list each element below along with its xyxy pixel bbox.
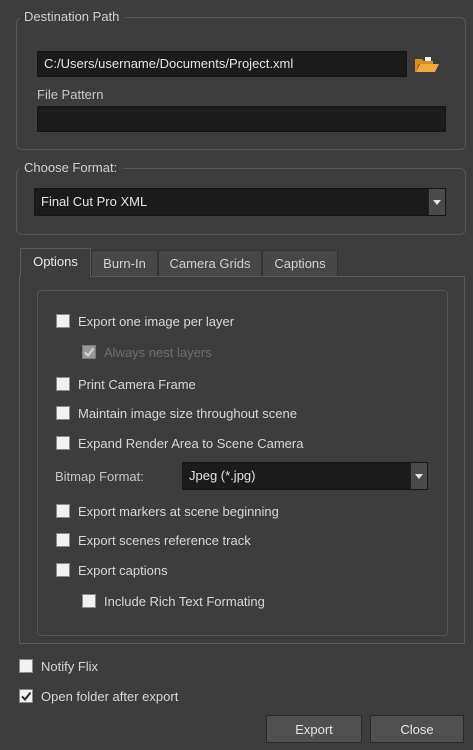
destination-path-input[interactable]: C:/Users/username/Documents/Project.xml (37, 51, 407, 77)
export-one-image-label: Export one image per layer (78, 313, 235, 329)
notify-flix-label: Notify Flix (41, 658, 99, 674)
include-rich-text-label: Include Rich Text Formating (104, 593, 265, 609)
file-pattern-input[interactable] (37, 106, 446, 132)
open-folder-label: Open folder after export (41, 688, 179, 704)
always-nest-label: Always nest layers (104, 344, 212, 360)
open-folder-checkbox[interactable] (19, 689, 33, 703)
open-folder-row[interactable]: Open folder after export (19, 687, 178, 705)
check-icon (84, 347, 95, 358)
expand-render-area-label: Expand Render Area to Scene Camera (78, 435, 304, 451)
include-rich-text-checkbox[interactable] (82, 594, 96, 608)
include-rich-text-row[interactable]: Include Rich Text Formating (82, 592, 265, 610)
tab-options[interactable]: Options (20, 248, 91, 277)
export-markers-label: Export markers at scene beginning (78, 503, 279, 519)
notify-flix-row[interactable]: Notify Flix (19, 657, 98, 675)
export-reference-track-row[interactable]: Export scenes reference track (56, 531, 251, 549)
destination-path-title: Destination Path (20, 9, 126, 25)
export-captions-row[interactable]: Export captions (56, 561, 168, 579)
chevron-down-icon (433, 199, 441, 205)
export-captions-checkbox[interactable] (56, 563, 70, 577)
export-reference-track-checkbox[interactable] (56, 533, 70, 547)
print-camera-frame-label: Print Camera Frame (78, 376, 196, 392)
export-button[interactable]: Export (266, 715, 362, 743)
bitmap-format-value: Jpeg (*.jpg) (189, 468, 256, 483)
format-dropdown-button[interactable] (428, 189, 445, 215)
tab-camera-grids[interactable]: Camera Grids (158, 250, 262, 276)
folder-open-icon[interactable] (413, 55, 441, 75)
check-icon (21, 691, 32, 702)
print-camera-frame-row[interactable]: Print Camera Frame (56, 375, 196, 393)
chevron-down-icon (415, 473, 423, 479)
choose-format-title: Choose Format: (20, 160, 124, 176)
format-select[interactable]: Final Cut Pro XML (34, 188, 446, 216)
tab-burn-in[interactable]: Burn-In (91, 250, 158, 276)
export-one-image-checkbox[interactable] (56, 314, 70, 328)
export-markers-checkbox[interactable] (56, 504, 70, 518)
maintain-image-size-checkbox[interactable] (56, 406, 70, 420)
format-select-value: Final Cut Pro XML (41, 194, 148, 209)
export-captions-label: Export captions (78, 562, 168, 578)
close-button[interactable]: Close (370, 715, 464, 743)
export-reference-track-label: Export scenes reference track (78, 532, 251, 548)
print-camera-frame-checkbox[interactable] (56, 377, 70, 391)
tab-captions[interactable]: Captions (262, 250, 338, 276)
file-pattern-label: File Pattern (37, 87, 104, 102)
bitmap-format-label: Bitmap Format: (55, 469, 144, 484)
expand-render-area-checkbox[interactable] (56, 436, 70, 450)
bitmap-format-select[interactable]: Jpeg (*.jpg) (182, 462, 428, 490)
maintain-image-size-label: Maintain image size throughout scene (78, 405, 297, 421)
always-nest-row: Always nest layers (82, 343, 212, 361)
always-nest-checkbox (82, 345, 96, 359)
bitmap-format-dropdown-button[interactable] (410, 463, 427, 489)
export-one-image-row[interactable]: Export one image per layer (56, 312, 234, 330)
expand-render-area-row[interactable]: Expand Render Area to Scene Camera (56, 434, 303, 452)
export-markers-row[interactable]: Export markers at scene beginning (56, 502, 279, 520)
maintain-image-size-row[interactable]: Maintain image size throughout scene (56, 404, 297, 422)
notify-flix-checkbox[interactable] (19, 659, 33, 673)
